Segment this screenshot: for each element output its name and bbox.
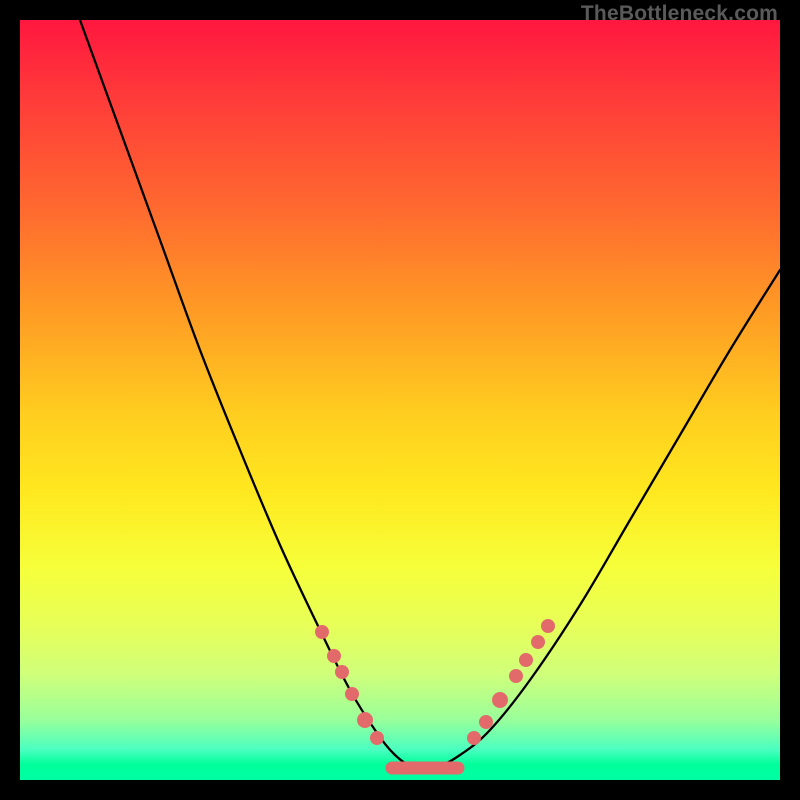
data-marker bbox=[327, 649, 341, 663]
data-marker bbox=[370, 731, 384, 745]
chart-svg bbox=[20, 20, 780, 780]
data-marker bbox=[531, 635, 545, 649]
data-marker bbox=[467, 731, 481, 745]
chart-frame: TheBottleneck.com bbox=[0, 0, 800, 800]
data-marker bbox=[509, 669, 523, 683]
data-marker bbox=[315, 625, 329, 639]
bottleneck-curve bbox=[80, 20, 780, 770]
data-markers bbox=[315, 619, 555, 745]
data-marker bbox=[335, 665, 349, 679]
data-marker bbox=[479, 715, 493, 729]
data-marker bbox=[345, 687, 359, 701]
data-marker bbox=[519, 653, 533, 667]
data-marker bbox=[492, 692, 508, 708]
data-marker bbox=[357, 712, 373, 728]
data-marker bbox=[541, 619, 555, 633]
